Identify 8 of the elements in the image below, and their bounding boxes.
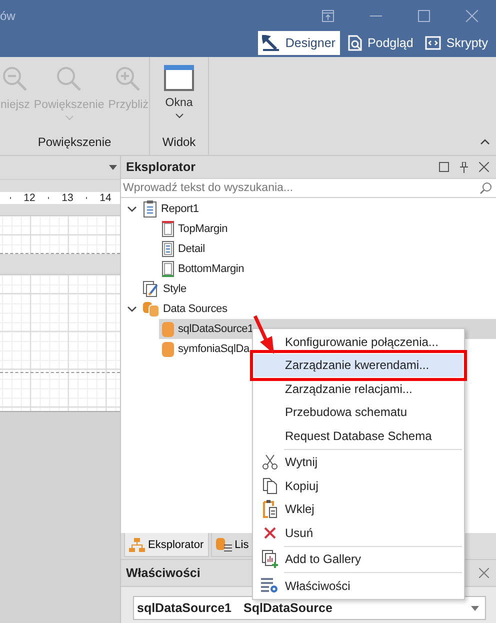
group-label: Powiększenie — [38, 135, 112, 151]
ruler-number: 13 — [60, 192, 74, 204]
panel-title: Eksplorator — [126, 160, 196, 174]
window-title: ów — [0, 8, 16, 22]
group-label: Widok — [162, 135, 196, 151]
ruler-number: 14 — [98, 192, 112, 204]
ruler-number: 12 — [22, 192, 36, 204]
panel-title: Właściwości — [126, 566, 200, 580]
